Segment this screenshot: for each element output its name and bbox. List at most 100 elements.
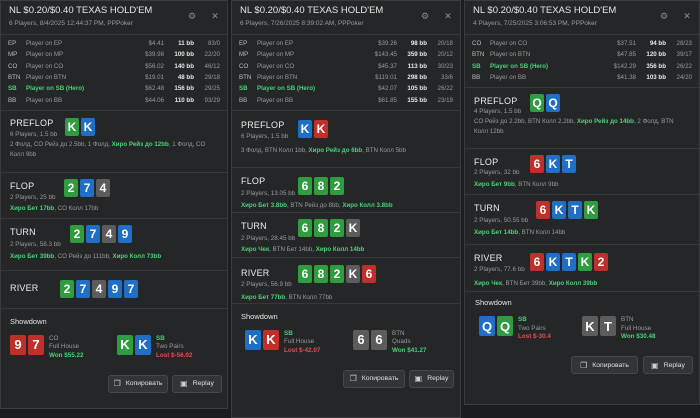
board-cards: 27497 xyxy=(60,279,138,298)
street-name: FLOP xyxy=(474,157,499,168)
playing-card: 6 xyxy=(530,155,544,174)
playing-card: 6 xyxy=(530,253,544,272)
showdown-section: Showdown K K SB Full House Lost $-42.07 6 6 BT… xyxy=(232,304,460,394)
playing-card: 7 xyxy=(124,279,138,298)
playing-card: K xyxy=(65,117,79,136)
playing-card: K xyxy=(546,253,560,272)
playing-card: 8 xyxy=(314,176,328,195)
player-name: Player on BTN xyxy=(490,51,531,59)
playing-card: 7 xyxy=(28,334,44,355)
playing-card: 6 xyxy=(362,264,376,283)
showdown-title: Showdown xyxy=(475,298,512,308)
playing-card: 2 xyxy=(64,178,78,197)
playing-card: K xyxy=(117,334,133,355)
players-list: EP Player on EP $4.41 11 bb 83/0 MP Player on … xyxy=(1,35,227,111)
street-preflop: PREFLOP 6 Players, 1.5 bb K K 3 Фолд, BTN Ко… xyxy=(232,111,460,168)
playing-card: 9 xyxy=(10,334,26,355)
close-icon[interactable]: ✕ xyxy=(442,10,454,22)
playing-card: K xyxy=(263,329,279,350)
showdown-title: Showdown xyxy=(241,311,278,321)
player-row: BTN Player on BTN $47.85 120 bb 39/17 xyxy=(472,49,692,60)
street-name: PREFLOP xyxy=(474,96,518,107)
hole-cards: KT xyxy=(582,316,616,337)
player-stat: 33/6 xyxy=(440,74,453,82)
playing-card: T xyxy=(562,155,576,174)
hero-action: Хиро Колл 14bb xyxy=(315,245,365,253)
close-icon[interactable]: ✕ xyxy=(681,10,693,22)
player-stat: 26/22 xyxy=(676,62,692,70)
replay-button[interactable]: ▣ Replay xyxy=(409,369,454,388)
player-stack: $142.29 xyxy=(613,62,636,70)
replay-icon: ▣ xyxy=(414,374,423,384)
player-stat: 93/29 xyxy=(204,96,220,104)
gear-icon[interactable]: ⚙ xyxy=(658,10,670,22)
copy-icon: ❐ xyxy=(349,374,357,384)
copy-button[interactable]: ❐ Копировать xyxy=(108,374,168,393)
player-stack: $45.37 xyxy=(378,62,397,70)
copy-button[interactable]: ❐ Копировать xyxy=(343,369,405,388)
street-actions: Хиро Бет 17bb, CO Колл 17bb xyxy=(10,205,223,212)
player-bb: 156 bb xyxy=(174,85,194,93)
panel-header: NL $0.20/$0.40 TEXAS HOLD'EM 6 Players, … xyxy=(232,1,460,35)
playing-card: K xyxy=(546,155,560,174)
playing-card: 9 xyxy=(118,224,132,243)
playing-card: Q xyxy=(497,316,513,337)
street-actions: 3 Фолд, BTN Колл 1bb, Хиро Рейз до 6bb, … xyxy=(241,147,456,154)
street-actions: Хиро Бет 9bb, BTN Колл 9bb xyxy=(474,181,695,188)
showdown-info: SB Two Pairs Lost $-30.4 xyxy=(518,316,551,342)
showdown-position: BTN xyxy=(621,316,634,324)
replay-button[interactable]: ▣ Replay xyxy=(643,356,693,375)
player-bb: 155 bb xyxy=(407,96,427,104)
hero-action: Хиро Колл 39bb xyxy=(548,280,598,288)
gear-icon[interactable]: ⚙ xyxy=(186,10,198,22)
playing-card: K xyxy=(578,253,592,272)
player-bb: 11 bb xyxy=(178,40,194,48)
close-icon[interactable]: ✕ xyxy=(209,10,221,22)
playing-card: 7 xyxy=(76,279,90,298)
player-bb: 48 bb xyxy=(177,74,194,82)
playing-card: 2 xyxy=(594,253,608,272)
player-bb: 359 bb xyxy=(407,51,427,59)
player-stat: 46/12 xyxy=(204,62,220,70)
playing-card: Q xyxy=(479,316,495,337)
player-stack: $41.38 xyxy=(617,74,636,82)
playing-card: K xyxy=(346,218,360,237)
copy-button[interactable]: ❐ Копировать xyxy=(571,356,638,375)
showdown-player-1: Q Q SB Two Pairs Lost $-30.4 xyxy=(479,316,551,342)
action-text: , BTN Колл 5bb xyxy=(362,146,406,154)
playing-card: K xyxy=(552,201,566,220)
player-pos: CO xyxy=(8,62,18,70)
playing-card: T xyxy=(568,201,582,220)
player-name: Player on CO xyxy=(490,40,528,48)
board-cards: 682 xyxy=(298,176,344,195)
action-text: , BTN Бет 14bb, xyxy=(269,245,316,253)
showdown-hand: Full House xyxy=(621,324,652,332)
showdown-info: SB Two Pairs Lost $-56.02 xyxy=(156,335,192,361)
showdown-result: Lost $-56.02 xyxy=(156,351,193,359)
hero-action: Хиро Колл 3.8bb xyxy=(342,201,393,209)
player-stack: $61.85 xyxy=(378,96,397,104)
street-name: RIVER xyxy=(474,253,503,264)
playing-card: 6 xyxy=(536,201,550,220)
street-info: 2 Players, 28.45 bb xyxy=(241,234,296,242)
street-preflop: PREFLOP 6 Players, 1.5 bb K K 2 Фолд, CO Рей… xyxy=(1,111,227,173)
board-cards: 6KT xyxy=(530,155,576,174)
player-pos: CO xyxy=(472,40,482,48)
playing-card: 6 xyxy=(298,176,312,195)
street-actions: Хиро Бет 14bb, BTN Колл 14bb xyxy=(474,229,695,236)
playing-card: 9 xyxy=(108,279,122,298)
showdown-info: BTN Quads Won $41.27 xyxy=(392,330,427,356)
player-stack: $39.26 xyxy=(378,40,397,48)
player-name: Player on MP xyxy=(26,51,64,59)
player-pos: EP xyxy=(239,40,248,48)
showdown-hand: Quads xyxy=(392,338,411,346)
player-stack: $39.98 xyxy=(145,51,164,59)
action-text: , BTN Рейз до 8bb, xyxy=(286,201,343,209)
action-text: , CO Рейз до 111bb, xyxy=(54,252,113,260)
gear-icon[interactable]: ⚙ xyxy=(419,10,431,22)
player-bb: 100 bb xyxy=(174,51,194,59)
street-info: 2 Players, 32 bb xyxy=(474,169,520,177)
replay-button[interactable]: ▣ Replay xyxy=(172,374,222,393)
showdown-hand: Full House xyxy=(284,338,315,346)
player-stack: $143.45 xyxy=(374,51,397,59)
